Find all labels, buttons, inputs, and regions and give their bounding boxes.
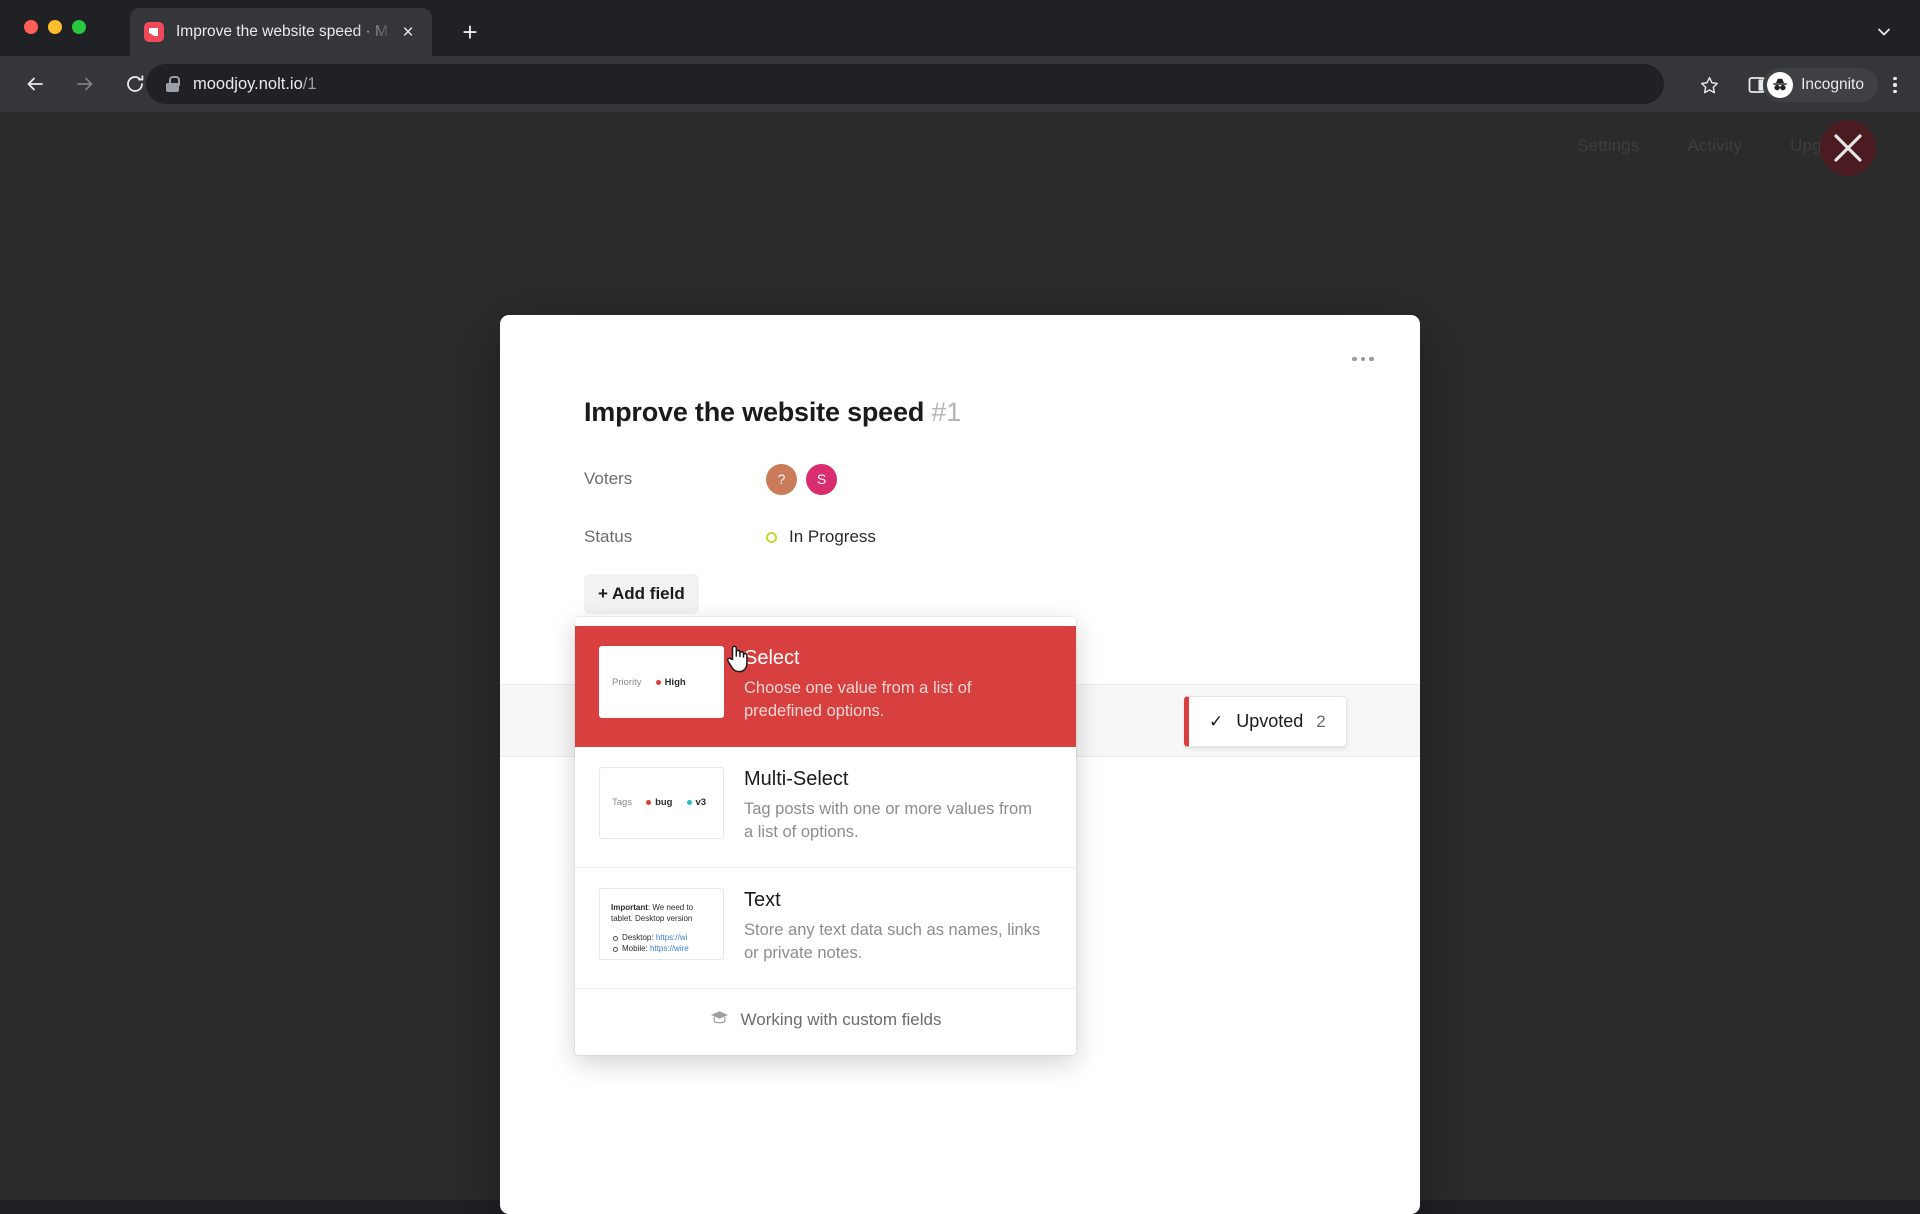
url-text: moodjoy.nolt.io/1	[193, 75, 317, 94]
graduation-cap-icon	[710, 1010, 729, 1030]
maximize-window-button[interactable]	[72, 20, 86, 34]
modal-body: Improve the website speed #1 Voters ? S …	[500, 315, 1420, 614]
status-label: In Progress	[789, 527, 876, 547]
select-preview-thumbnail: Priority High	[599, 646, 724, 718]
thumb-lead-bold: Important	[611, 903, 648, 912]
add-field-button[interactable]: + Add field	[584, 574, 699, 614]
thumb-lead-rest: : We need to	[648, 903, 693, 912]
nav-link-activity[interactable]: Activity	[1687, 136, 1742, 156]
thumb-bullet-link: https://wi	[656, 933, 688, 942]
dropdown-item-title: Text	[744, 889, 1044, 912]
upvote-count: 2	[1316, 712, 1325, 732]
chip-label: bug	[655, 797, 672, 808]
chip-dot-icon	[646, 800, 651, 805]
field-row-status: Status In Progress	[584, 518, 1336, 556]
nav-link-settings[interactable]: Settings	[1577, 136, 1639, 156]
status-dot-icon	[766, 532, 777, 543]
page-title: Improve the website speed #1	[584, 397, 1336, 428]
thumb-line2: tablet. Desktop version	[611, 913, 723, 925]
thumb-chip: v3	[687, 797, 707, 808]
chip-label: v3	[696, 797, 707, 808]
thumb-chip: bug	[646, 797, 672, 808]
chip-dot-icon	[656, 680, 661, 685]
three-dot-menu-icon[interactable]	[1348, 349, 1378, 369]
close-icon[interactable]	[1820, 120, 1876, 176]
dropdown-item-title: Multi-Select	[744, 768, 1044, 791]
url-host: moodjoy.nolt.io	[193, 75, 303, 93]
thumb-key: Tags	[612, 797, 632, 808]
field-type-dropdown: Priority High Select Choose one value fr…	[575, 617, 1076, 1055]
chip-label: High	[665, 677, 686, 688]
star-icon[interactable]	[1694, 70, 1724, 100]
lock-icon	[166, 76, 179, 92]
dropdown-top-spacer	[575, 617, 1076, 626]
tab-title: Improve the website speed · M	[176, 23, 394, 41]
dropdown-footer-link[interactable]: Working with custom fields	[575, 989, 1076, 1052]
thumb-bullet-link: https://wire	[650, 944, 689, 953]
profile-chip[interactable]: Incognito	[1763, 68, 1878, 102]
page-content: Settings Activity Upgrade Improve the we…	[0, 112, 1920, 1200]
nolt-logo-icon	[144, 22, 164, 42]
thumb-chip: High	[656, 677, 686, 688]
post-title-text: Improve the website speed	[584, 397, 924, 427]
thumb-bullet-label: Desktop:	[622, 933, 654, 942]
dropdown-item-copy: Text Store any text data such as names, …	[744, 888, 1044, 966]
field-label-status: Status	[584, 527, 766, 547]
dropdown-item-description: Choose one value from a list of predefin…	[744, 677, 1044, 724]
field-row-voters: Voters ? S	[584, 460, 1336, 498]
address-bar[interactable]: moodjoy.nolt.io/1	[146, 64, 1664, 104]
dropdown-footer-label: Working with custom fields	[741, 1010, 942, 1030]
check-icon: ✓	[1209, 712, 1223, 732]
chip-dot-icon	[687, 800, 692, 805]
dropdown-item-copy: Select Choose one value from a list of p…	[744, 646, 1044, 724]
voters-list: ? S	[766, 464, 837, 495]
close-icon[interactable]: ×	[394, 18, 422, 46]
minimize-window-button[interactable]	[48, 20, 62, 34]
thumb-key: Priority	[612, 677, 642, 688]
browser-toolbar: moodjoy.nolt.io/1 Incognito	[0, 56, 1920, 112]
dropdown-item-description: Tag posts with one or more values from a…	[744, 798, 1044, 845]
profile-label: Incognito	[1801, 76, 1864, 94]
text-preview-thumbnail: Important: We need to tablet. Desktop ve…	[599, 888, 724, 960]
dropdown-item-title: Select	[744, 647, 1044, 670]
browser-tab[interactable]: Improve the website speed · M ×	[130, 8, 432, 56]
upvote-button[interactable]: ✓ Upvoted 2	[1184, 696, 1347, 747]
browser-window: Improve the website speed · M × + moodjo…	[0, 0, 1920, 1200]
tab-strip: Improve the website speed · M × +	[0, 0, 1920, 56]
forward-arrow-icon[interactable]	[64, 63, 106, 105]
dropdown-item-text[interactable]: Important: We need to tablet. Desktop ve…	[575, 868, 1076, 989]
voter-avatar[interactable]: ?	[766, 464, 797, 495]
dropdown-item-description: Store any text data such as names, links…	[744, 919, 1044, 966]
url-path: /1	[303, 75, 317, 93]
three-dot-menu-icon[interactable]	[1878, 68, 1912, 102]
voter-avatar[interactable]: S	[806, 464, 837, 495]
thumb-bullet-label: Mobile:	[622, 944, 648, 953]
back-arrow-icon[interactable]	[14, 63, 56, 105]
status-badge[interactable]: In Progress	[766, 527, 876, 547]
new-tab-button[interactable]: +	[452, 14, 488, 50]
site-nav: Settings Activity Upgrade	[1577, 136, 1856, 156]
upvote-label: Upvoted	[1236, 711, 1303, 732]
close-window-button[interactable]	[24, 20, 38, 34]
dropdown-item-select[interactable]: Priority High Select Choose one value fr…	[575, 626, 1076, 747]
field-label-voters: Voters	[584, 469, 766, 489]
post-number: #1	[931, 397, 961, 427]
chevron-down-icon[interactable]	[1866, 14, 1902, 50]
dropdown-item-copy: Multi-Select Tag posts with one or more …	[744, 767, 1044, 845]
incognito-icon	[1767, 72, 1793, 98]
dropdown-item-multi-select[interactable]: Tags bug v3 Multi-Select Tag posts with …	[575, 747, 1076, 868]
window-traffic-lights	[24, 20, 86, 34]
multi-select-preview-thumbnail: Tags bug v3	[599, 767, 724, 839]
